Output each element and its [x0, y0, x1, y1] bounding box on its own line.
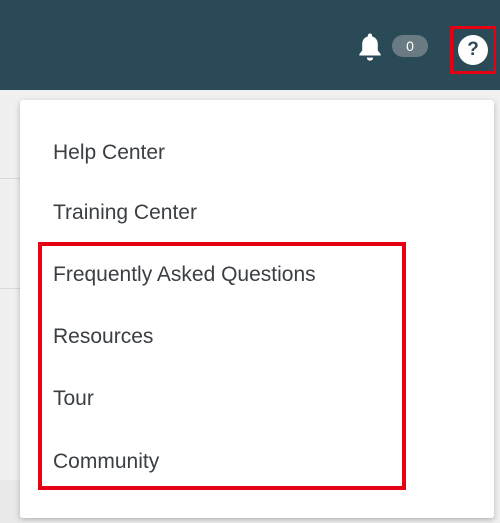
background-divider — [0, 288, 20, 289]
background-divider — [0, 178, 20, 179]
menu-item-community[interactable]: Community — [53, 442, 159, 482]
menu-item-faq[interactable]: Frequently Asked Questions — [53, 255, 316, 295]
menu-item-tour[interactable]: Tour — [53, 379, 94, 419]
menu-item-resources[interactable]: Resources — [53, 317, 153, 357]
help-dropdown-menu: Help Center Training Center Frequently A… — [20, 100, 494, 518]
notification-count-badge: 0 — [392, 35, 428, 57]
question-circle-icon: ? — [458, 35, 488, 65]
menu-item-training-center[interactable]: Training Center — [53, 193, 197, 233]
bell-icon[interactable] — [353, 30, 387, 64]
menu-item-help-center[interactable]: Help Center — [53, 133, 165, 173]
help-button[interactable]: ? — [450, 26, 496, 74]
background-panel — [0, 480, 20, 523]
top-bar: 0 ? — [0, 0, 500, 90]
